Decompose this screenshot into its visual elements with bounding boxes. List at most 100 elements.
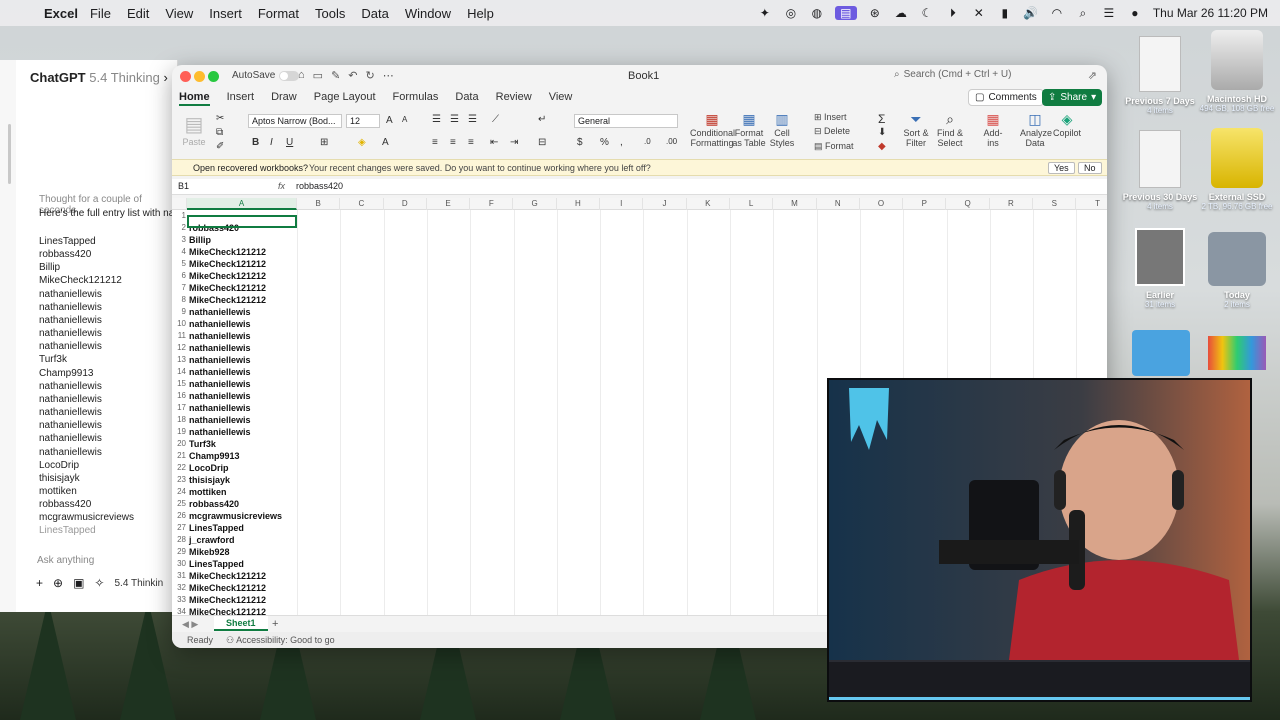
clear-icon[interactable]: ◆ — [878, 141, 886, 152]
column-header[interactable]: P — [903, 198, 947, 210]
cell-a[interactable]: MikeCheck121212 — [188, 258, 296, 270]
copy-icon[interactable]: ⧉ — [216, 127, 223, 138]
cell-a[interactable]: MikeCheck121212 — [188, 582, 296, 594]
cell-a[interactable]: Champ9913 — [188, 450, 296, 462]
tab-draw[interactable]: Draw — [271, 88, 297, 106]
desktop-icon-today[interactable]: Today 2 items — [1192, 232, 1280, 309]
spotlight-search-icon[interactable]: ⌕ — [1075, 6, 1091, 20]
search-field[interactable]: ⌕ Search (Cmd + Ctrl + U) — [894, 69, 1011, 80]
cell-a[interactable]: nathaniellewis — [188, 342, 296, 354]
row-number[interactable]: 26 — [172, 510, 186, 522]
column-header[interactable]: Q — [947, 198, 990, 210]
sparkle-icon[interactable]: ✧ — [94, 576, 104, 590]
column-header[interactable]: E — [427, 198, 471, 210]
cell-a[interactable]: Billip — [188, 234, 296, 246]
row-number[interactable]: 3 — [172, 234, 186, 246]
column-header[interactable]: G — [514, 198, 557, 210]
menu-help[interactable]: Help — [467, 6, 494, 21]
row-number[interactable]: 18 — [172, 414, 186, 426]
row-number[interactable]: 23 — [172, 474, 186, 486]
clock[interactable]: Thu Mar 26 11:20 PM — [1153, 6, 1268, 20]
creative-cloud-icon[interactable]: ◍ — [809, 6, 825, 20]
volume-icon[interactable]: 🔊 — [1023, 6, 1039, 20]
cell-a[interactable]: nathaniellewis — [188, 354, 296, 366]
align-left-icon[interactable]: ≡ — [432, 137, 438, 148]
cloud-icon[interactable]: ☁ — [893, 6, 909, 20]
add-icon[interactable]: + — [36, 576, 43, 590]
zoom-button[interactable] — [208, 71, 219, 82]
menu-insert[interactable]: Insert — [209, 6, 242, 21]
menu-window[interactable]: Window — [405, 6, 451, 21]
conditional-formatting-button[interactable]: ▦ Conditional Formatting — [690, 111, 735, 148]
column-header[interactable]: C — [340, 198, 384, 210]
align-middle-icon[interactable]: ☰ — [450, 114, 459, 125]
row-number[interactable]: 19 — [172, 426, 186, 438]
decrease-font-icon[interactable]: A — [402, 115, 407, 124]
tab-page-layout[interactable]: Page Layout — [314, 88, 376, 106]
cell-a[interactable]: mcgrawmusicreviews — [188, 510, 296, 522]
cell-a[interactable]: MikeCheck121212 — [188, 282, 296, 294]
column-header[interactable]: D — [384, 198, 427, 210]
paste-button[interactable]: ▤ Paste — [180, 112, 208, 147]
cell-a[interactable]: LinesTapped — [188, 558, 296, 570]
menu-edit[interactable]: Edit — [127, 6, 149, 21]
column-header[interactable]: N — [817, 198, 860, 210]
column-header[interactable]: O — [860, 198, 904, 210]
autosave-toggle[interactable] — [279, 70, 300, 81]
row-number[interactable]: 21 — [172, 450, 186, 462]
row-number[interactable]: 15 — [172, 378, 186, 390]
row-number[interactable]: 29 — [172, 546, 186, 558]
row-number[interactable]: 1 — [172, 210, 186, 222]
column-header[interactable]: L — [730, 198, 774, 210]
row-number[interactable]: 9 — [172, 306, 186, 318]
globe-icon[interactable]: ⊕ — [53, 576, 63, 590]
app-menu-name[interactable]: Excel — [44, 6, 78, 21]
edit-icon[interactable]: ✎ — [331, 69, 340, 82]
row-number[interactable]: 34 — [172, 606, 186, 615]
wifi-icon[interactable]: ◠ — [1049, 6, 1065, 20]
row-number[interactable]: 6 — [172, 270, 186, 282]
row-number[interactable]: 32 — [172, 582, 186, 594]
column-header[interactable]: R — [990, 198, 1034, 210]
cell-a[interactable]: robbass420 — [188, 498, 296, 510]
cut-icon[interactable]: ✂ — [216, 113, 224, 124]
more-icon[interactable]: ⋯ — [383, 69, 394, 82]
row-number[interactable]: 7 — [172, 282, 186, 294]
row-number[interactable]: 11 — [172, 330, 186, 342]
row-number[interactable]: 17 — [172, 402, 186, 414]
column-header[interactable]: S — [1033, 198, 1077, 210]
decrease-indent-icon[interactable]: ⇤ — [490, 137, 498, 148]
number-format-select[interactable]: General — [574, 114, 678, 128]
save-icon[interactable]: ▭ — [313, 69, 323, 82]
cell-a[interactable]: nathaniellewis — [188, 306, 296, 318]
underline-icon[interactable]: U — [286, 137, 293, 148]
row-number[interactable]: 10 — [172, 318, 186, 330]
analyze-data-button[interactable]: ◫ Analyze Data — [1020, 111, 1052, 148]
battery-icon[interactable]: ▮ — [997, 6, 1013, 20]
row-number[interactable]: 2 — [172, 222, 186, 234]
increase-indent-icon[interactable]: ⇥ — [510, 137, 518, 148]
add-sheet-icon[interactable]: + — [272, 618, 278, 630]
cell-a[interactable]: nathaniellewis — [188, 390, 296, 402]
align-bottom-icon[interactable]: ☰ — [468, 114, 477, 125]
increase-font-icon[interactable]: A — [386, 115, 393, 126]
cell-styles-button[interactable]: ▥ Cell Styles — [768, 111, 796, 148]
cell-a[interactable]: LocoDrip — [188, 462, 296, 474]
select-all-corner[interactable] — [172, 198, 187, 210]
row-number[interactable]: 28 — [172, 534, 186, 546]
cell-a[interactable]: MikeCheck121212 — [188, 594, 296, 606]
control-center-icon[interactable]: ☰ — [1101, 6, 1117, 20]
row-number[interactable]: 14 — [172, 366, 186, 378]
cell-a[interactable]: Turf3k — [188, 438, 296, 450]
undo-icon[interactable]: ↶ — [348, 69, 357, 82]
fill-color-icon[interactable]: ◈ — [358, 137, 366, 148]
row-number[interactable]: 25 — [172, 498, 186, 510]
format-as-table-button[interactable]: ▦ Format as Table — [732, 111, 766, 148]
notice-yes-button[interactable]: Yes — [1048, 162, 1075, 174]
menu-tools[interactable]: Tools — [315, 6, 345, 21]
desktop-icon-macintosh-hd[interactable]: Macintosh HD 494 GB, 108 GB free — [1192, 30, 1280, 113]
menu-view[interactable]: View — [165, 6, 193, 21]
sheet-tab[interactable]: Sheet1 — [214, 616, 268, 631]
cell-a[interactable]: MikeCheck121212 — [188, 294, 296, 306]
menu-data[interactable]: Data — [361, 6, 388, 21]
